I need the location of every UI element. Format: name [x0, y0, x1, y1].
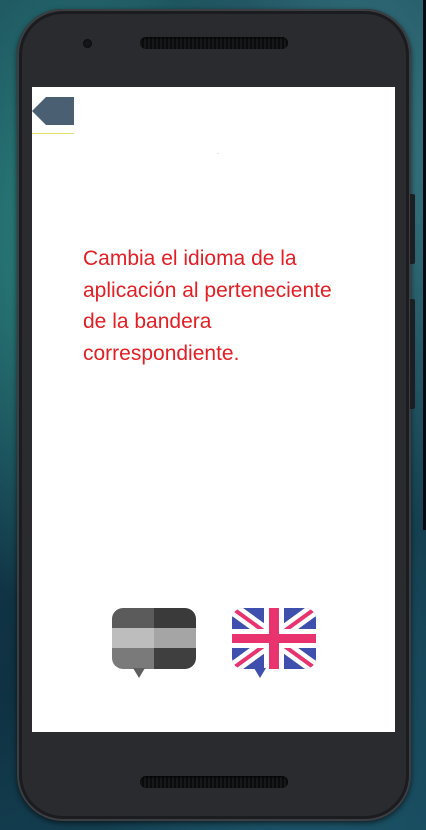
language-option-1[interactable]: [112, 608, 196, 682]
front-camera: [83, 39, 92, 48]
divider-dot: [217, 153, 219, 154]
app-screen: Cambia el idioma de la aplicación al per…: [32, 87, 395, 732]
back-arrow-icon: [32, 97, 74, 125]
language-option-2[interactable]: [232, 608, 316, 682]
flag-chat-bubble-grayscale-icon: [112, 608, 196, 678]
instructions-text: Cambia el idioma de la aplicación al per…: [83, 247, 332, 365]
volume-button: [410, 299, 415, 409]
back-button[interactable]: [32, 97, 74, 125]
uk-flag-chat-bubble-icon: [232, 608, 316, 678]
top-speaker: [140, 37, 288, 49]
header-underline: [32, 133, 74, 134]
power-button: [410, 194, 415, 264]
bottom-speaker: [140, 776, 288, 788]
phone-frame: Cambia el idioma de la aplicación al per…: [17, 9, 415, 821]
